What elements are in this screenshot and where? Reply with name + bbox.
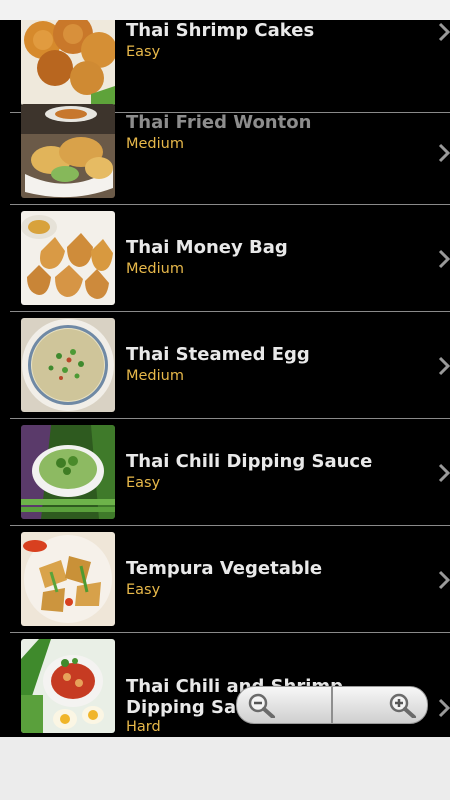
chevron-right-icon <box>438 570 450 590</box>
recipe-title: Thai Shrimp Cakes <box>126 20 315 41</box>
recipe-difficulty: Hard <box>126 719 161 735</box>
recipe-title: Thai Chili Dipping Sauce <box>126 451 373 472</box>
recipe-title: Thai Money Bag <box>126 237 288 258</box>
zoom-out-icon <box>248 693 275 718</box>
recipe-difficulty: Easy <box>126 582 161 598</box>
recipe-difficulty: Medium <box>126 136 184 152</box>
zoom-in-icon <box>389 693 416 718</box>
list-item[interactable]: Thai Chili Dipping Sauce Easy <box>0 419 450 526</box>
chevron-right-icon <box>438 356 450 376</box>
bottom-area <box>0 737 450 800</box>
chevron-right-icon <box>438 22 450 42</box>
recipe-difficulty: Easy <box>126 44 161 60</box>
recipe-thumbnail <box>21 104 115 198</box>
list-item[interactable]: Tempura Vegetable Easy <box>0 526 450 633</box>
chevron-right-icon <box>438 698 450 718</box>
zoom-out-button[interactable] <box>237 687 332 723</box>
zoom-in-button[interactable] <box>332 687 427 723</box>
list-item[interactable]: Thai Fried Wonton Medium <box>0 98 450 205</box>
list-item[interactable]: Thai Steamed Egg Medium <box>0 312 450 419</box>
zoom-controls <box>236 686 428 724</box>
list-item[interactable]: Thai Money Bag Medium <box>0 205 450 312</box>
chevron-right-icon <box>438 463 450 483</box>
recipe-thumbnail <box>21 318 115 412</box>
recipe-thumbnail <box>21 20 115 106</box>
recipe-thumbnail <box>21 425 115 519</box>
recipe-difficulty: Easy <box>126 475 161 491</box>
recipe-title: Tempura Vegetable <box>126 558 323 579</box>
status-bar-area <box>0 0 450 20</box>
recipe-title: Thai Steamed Egg <box>126 344 310 365</box>
chevron-right-icon <box>438 249 450 269</box>
recipe-thumbnail <box>21 532 115 626</box>
recipe-difficulty: Medium <box>126 368 184 384</box>
recipe-thumbnail <box>21 639 115 733</box>
recipe-thumbnail <box>21 211 115 305</box>
recipe-list[interactable]: Thai Shrimp Cakes Easy Thai Fried Wonton… <box>0 20 450 737</box>
chevron-right-icon <box>438 143 450 163</box>
recipe-title: Thai Fried Wonton <box>126 112 312 133</box>
recipe-difficulty: Medium <box>126 261 184 277</box>
